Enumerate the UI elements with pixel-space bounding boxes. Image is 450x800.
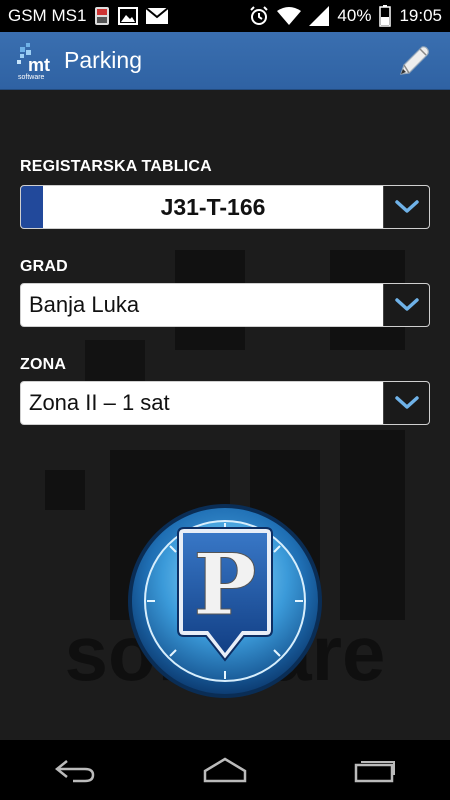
mail-icon	[146, 8, 169, 24]
back-arrow-icon	[54, 760, 95, 783]
zone-dropdown-button[interactable]	[383, 382, 429, 424]
chevron-down-icon	[394, 396, 419, 409]
city-select[interactable]: Banja Luka	[20, 283, 430, 327]
app-bar: mt software Parking	[0, 32, 450, 90]
recents-button[interactable]	[345, 750, 405, 790]
edit-button[interactable]	[394, 41, 434, 81]
plate-select[interactable]: J31-T-166	[20, 185, 430, 229]
wifi-icon	[277, 6, 302, 26]
logo-mark: mt	[28, 55, 50, 75]
parking-letter: P	[193, 535, 256, 634]
battery-percent: 40%	[337, 6, 372, 25]
logo-subtext: software	[18, 74, 45, 81]
city-label: GRAD	[20, 258, 68, 275]
battery-icon	[379, 5, 392, 27]
main-content: software REGISTARSKA TABLICA J31-T-166 G…	[0, 90, 450, 740]
city-dropdown-button[interactable]	[383, 284, 429, 326]
gallery-icon	[118, 7, 139, 25]
chevron-down-icon	[394, 200, 419, 213]
recents-icon	[354, 761, 395, 783]
zone-label: ZONA	[20, 356, 67, 373]
plate-value: J31-T-166	[160, 193, 266, 220]
carrier-name: GSM MS1	[8, 6, 87, 25]
zone-select[interactable]: Zona II – 1 sat	[20, 381, 430, 425]
system-nav-bar	[0, 740, 450, 800]
plate-label: REGISTARSKA TABLICA	[20, 158, 212, 175]
pencil-icon	[400, 45, 429, 75]
app-title: Parking	[64, 47, 142, 73]
parking-icon: P	[128, 504, 322, 698]
plate-dropdown-button[interactable]	[383, 186, 429, 228]
signal-icon	[309, 6, 330, 26]
home-icon	[203, 757, 247, 783]
back-button[interactable]	[45, 750, 105, 790]
city-value: Banja Luka	[29, 292, 140, 317]
start-parking-button[interactable]: P	[126, 502, 324, 700]
alarm-icon	[249, 6, 269, 26]
zone-value: Zona II – 1 sat	[29, 390, 170, 415]
status-bar: GSM MS1 40% 19:05	[0, 0, 450, 32]
chevron-down-icon	[394, 298, 419, 311]
app-logo[interactable]: mt software	[16, 41, 56, 81]
home-button[interactable]	[195, 750, 255, 790]
clock: 19:05	[399, 6, 442, 25]
blackberry-icon	[94, 6, 110, 26]
